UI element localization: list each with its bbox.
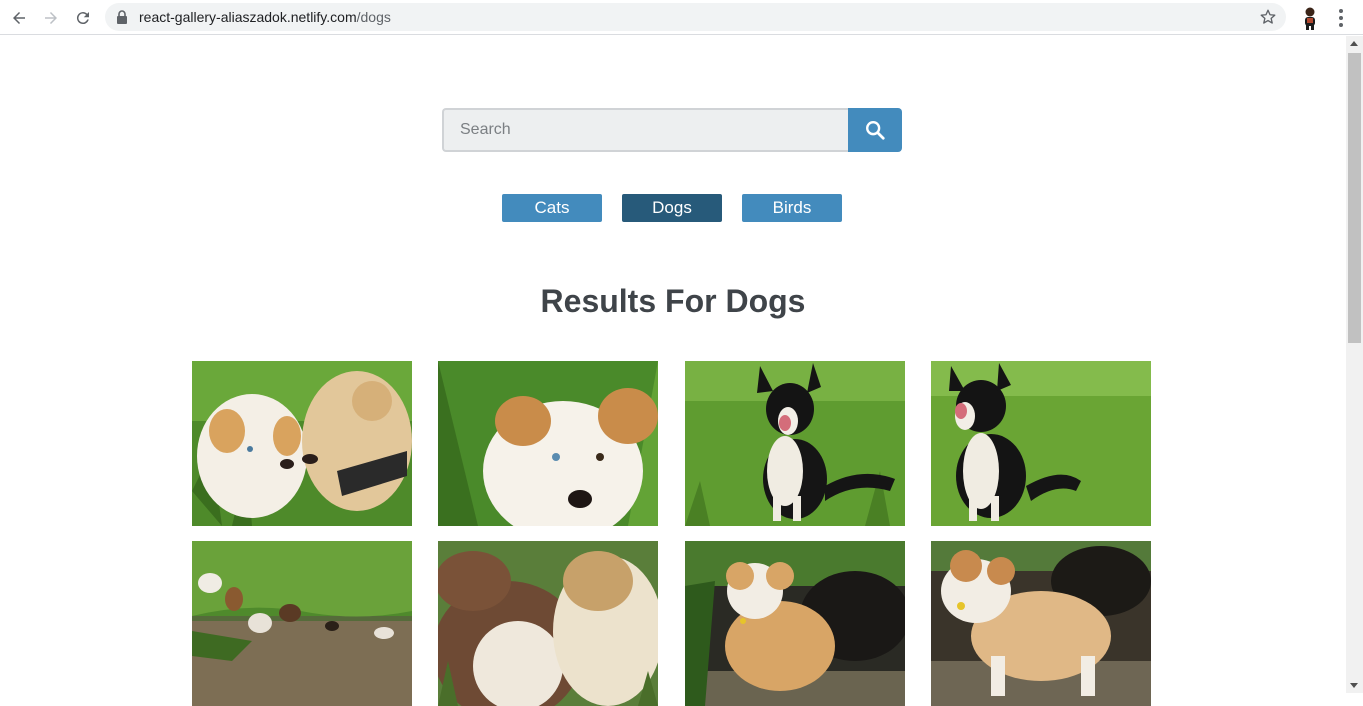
- nav-link-birds[interactable]: Birds: [742, 194, 842, 222]
- photo-dog-closeup[interactable]: [438, 361, 658, 526]
- page-scrollbar[interactable]: [1346, 36, 1363, 693]
- url-host: react-gallery-aliaszadok.netlify.com: [139, 9, 357, 25]
- back-arrow-icon[interactable]: [7, 6, 31, 30]
- menu-dots-icon[interactable]: [1333, 7, 1349, 29]
- profile-avatar[interactable]: [1299, 6, 1321, 30]
- search-input[interactable]: [442, 108, 848, 152]
- forward-arrow-icon[interactable]: [39, 6, 63, 30]
- lock-icon: [117, 10, 127, 24]
- photo-dog-in-water[interactable]: [931, 541, 1151, 706]
- scroll-down-arrow[interactable]: [1350, 683, 1358, 688]
- url-path: /dogs: [356, 9, 391, 25]
- scroll-up-arrow[interactable]: [1350, 41, 1358, 46]
- results-title: Results For Dogs: [540, 283, 806, 319]
- search-icon: [866, 121, 885, 140]
- search-form: [442, 108, 902, 152]
- scroll-thumb[interactable]: [1348, 53, 1361, 343]
- photo-dog-wading[interactable]: [685, 541, 905, 706]
- photo-dogs-sniffing[interactable]: [192, 361, 412, 526]
- photo-fluffy-dogs[interactable]: [438, 541, 658, 706]
- reload-icon[interactable]: [71, 6, 95, 30]
- photo-border-collie-sitting[interactable]: [685, 361, 905, 526]
- browser-toolbar: react-gallery-aliaszadok.netlify.com/dog…: [0, 0, 1363, 35]
- photo-border-collie-tongue[interactable]: [931, 361, 1151, 526]
- url-text: react-gallery-aliaszadok.netlify.com/dog…: [139, 9, 391, 25]
- star-icon[interactable]: [1259, 8, 1277, 26]
- photo-dogs-in-creek[interactable]: [192, 541, 412, 706]
- address-bar[interactable]: react-gallery-aliaszadok.netlify.com/dog…: [105, 3, 1286, 31]
- search-button[interactable]: [848, 108, 902, 152]
- nav-link-dogs[interactable]: Dogs: [622, 194, 722, 222]
- nav-link-cats[interactable]: Cats: [502, 194, 602, 222]
- category-nav: Cats Dogs Birds: [502, 194, 842, 222]
